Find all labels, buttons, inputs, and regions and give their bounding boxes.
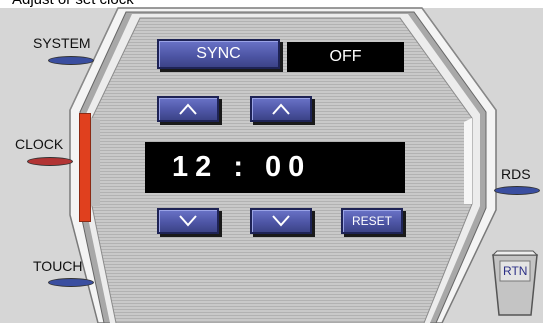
clock-time: 12 : 00 [172,151,312,183]
rds-label: RDS [501,166,531,182]
rtn-button[interactable]: RTN [491,247,539,317]
sync-status-text: OFF [329,48,362,65]
sync-button-label: SYNC [196,45,241,62]
reset-button[interactable]: RESET [341,208,403,234]
touch-pill[interactable] [48,278,94,287]
reset-button-label: RESET [351,214,392,228]
clock-label: CLOCK [15,136,64,152]
minute-down-button[interactable] [250,208,312,234]
clock-display: 12 : 00 [145,142,405,193]
chevron-down-icon [179,215,197,227]
chevron-down-icon [272,215,290,227]
clock-indicator-bar [79,113,91,222]
system-label: SYSTEM [33,35,91,51]
rtn-label: RTN [503,264,528,278]
rtn-button-shape [491,250,539,316]
sync-button[interactable]: SYNC [157,39,280,69]
system-pill[interactable] [48,56,94,65]
head-unit-screen: Adjust or set clock [0,0,543,323]
touch-label: TOUCH [33,258,83,274]
chevron-up-icon [272,103,290,115]
hour-up-button[interactable] [157,96,219,122]
hour-down-button[interactable] [157,208,219,234]
minute-up-button[interactable] [250,96,312,122]
clock-pill[interactable] [27,157,73,166]
sync-status-display: OFF [287,42,404,72]
chevron-up-icon [179,103,197,115]
rds-pill[interactable] [494,186,540,195]
